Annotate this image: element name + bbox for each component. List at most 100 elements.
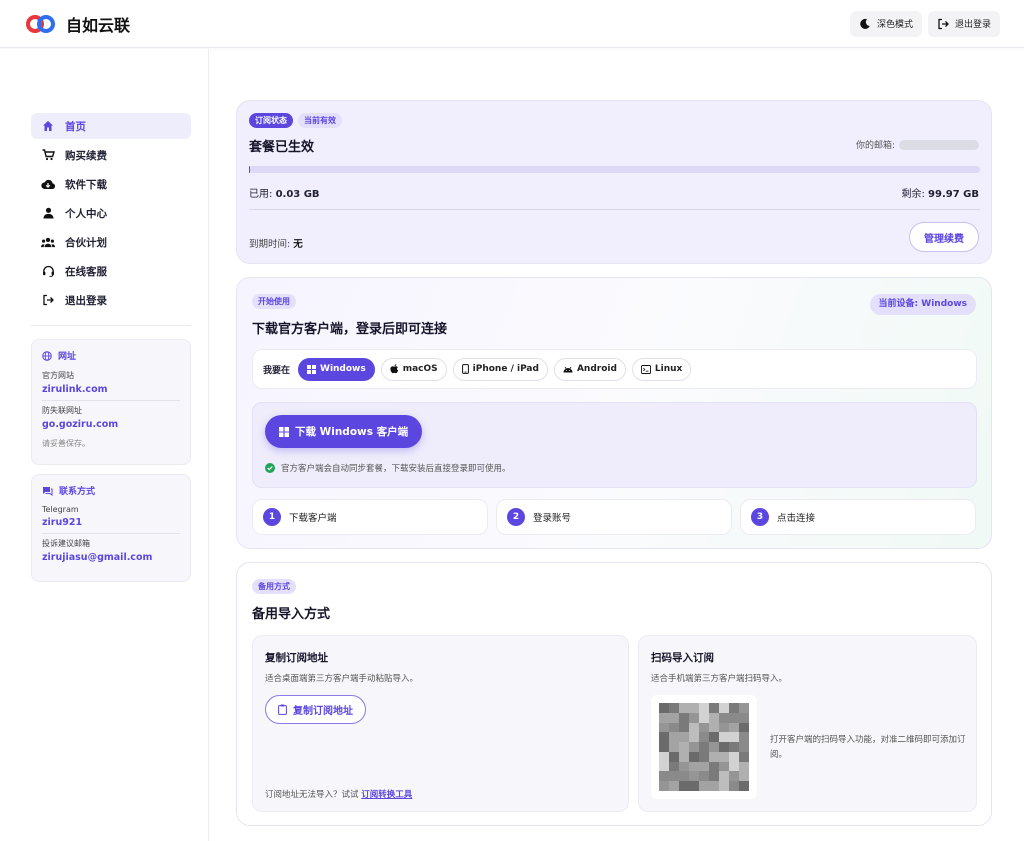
download-windows-button[interactable]: 下载 Windows 客户端 — [265, 415, 423, 448]
copy-card-title: 复制订阅地址 — [265, 652, 328, 664]
used-label: 已用: — [249, 189, 273, 200]
sidebar-item-label: 个人中心 — [65, 207, 107, 220]
subscription-divider — [249, 209, 980, 210]
email-field-label: 你的邮箱: — [855, 141, 895, 151]
status-badge: 订阅状态 — [249, 113, 293, 128]
contact-card-title: 联系方式 — [59, 487, 96, 497]
step-number: 3 — [751, 508, 769, 526]
logout-icon — [938, 18, 949, 29]
step-label: 登录账号 — [533, 513, 572, 524]
windows-icon — [307, 364, 317, 374]
scan-card-title: 扫码导入订阅 — [651, 652, 714, 664]
group-icon — [41, 237, 55, 248]
tab-android[interactable]: Android — [553, 357, 626, 381]
sidebar-item-label: 在线客服 — [65, 265, 107, 278]
valid-badge: 当前有效 — [298, 113, 342, 128]
tab-label: iPhone / iPad — [472, 364, 539, 374]
getting-started-title: 下载官方客户端，登录后即可连接 — [252, 322, 448, 337]
app-title: 自如云联 — [66, 15, 131, 35]
contact-card: 联系方式 Telegram ziru921 投诉建议邮箱 zirujiasu@g… — [31, 474, 191, 582]
terminal-icon — [640, 364, 651, 374]
remaining-value: 99.97 GB — [928, 189, 979, 200]
backup-title: 备用导入方式 — [252, 607, 331, 622]
tab-label: macOS — [402, 364, 438, 374]
step-label: 点击连接 — [777, 513, 816, 524]
sidebar-item-label: 合伙计划 — [65, 236, 107, 249]
sidebar-item-partner[interactable]: 合伙计划 — [31, 229, 191, 255]
platform-selector: 我要在 Windows macOS iPhone / iPad Android … — [252, 349, 977, 389]
logo-icon — [26, 14, 55, 33]
dark-mode-button[interactable]: 深色模式 — [849, 10, 922, 37]
sidebar-item-label: 退出登录 — [65, 294, 107, 307]
convert-tool-link[interactable]: 订阅转换工具 — [361, 790, 412, 800]
sidebar-item-download[interactable]: 软件下载 — [31, 171, 191, 197]
expiry-value: 无 — [293, 239, 303, 250]
sidebar-item-home[interactable]: 首页 — [31, 113, 191, 139]
tab-iphone-ipad[interactable]: iPhone / iPad — [452, 357, 548, 381]
backup-import-panel: 备用方式 备用导入方式 复制订阅地址 适合桌面端第三方客户端手动粘贴导入。 复制… — [236, 562, 992, 826]
manage-renewal-button[interactable]: 管理续费 — [909, 222, 979, 252]
copy-subscription-card: 复制订阅地址 适合桌面端第三方客户端手动粘贴导入。 复制订阅地址 订阅地址无法导… — [252, 635, 629, 812]
sidebar-item-profile[interactable]: 个人中心 — [31, 200, 191, 226]
sites-card-title: 网址 — [58, 352, 77, 362]
sidebar-nav: 首页 购买续费 软件下载 个人中心 合伙计划 在线客服 退出登录 — [31, 113, 191, 316]
sites-divider — [42, 400, 180, 401]
headset-icon — [41, 265, 55, 277]
subscription-panel: 订阅状态 当前有效 套餐已生效 你的邮箱: 已用: 0.03 GB 剩余: 99… — [236, 100, 992, 264]
sidebar: 首页 购买续费 软件下载 个人中心 合伙计划 在线客服 退出登录 网址 官方网站… — [0, 49, 209, 841]
sidebar-item-label: 购买续费 — [65, 149, 107, 162]
apple-icon — [390, 364, 398, 374]
official-site-label: 官方网站 — [42, 371, 74, 380]
backup-site-label: 防失联网址 — [42, 406, 82, 415]
scan-instruction: 打开客户端的扫码导入功能，对准二维码即可添加订阅。 — [770, 735, 966, 760]
email-link[interactable]: zirujiasu@gmail.com — [42, 552, 180, 563]
sidebar-divider — [31, 325, 191, 326]
tab-label: Linux — [654, 364, 683, 374]
copy-subscription-button[interactable]: 复制订阅地址 — [265, 695, 366, 724]
check-circle-icon — [265, 463, 275, 473]
backup-site-link[interactable]: go.goziru.com — [42, 419, 180, 430]
dark-mode-label: 深色模式 — [876, 20, 913, 30]
download-button-label: 下载 Windows 客户端 — [295, 426, 409, 438]
chat-icon — [43, 486, 53, 496]
download-section: 下载 Windows 客户端 官方客户端会自动同步套餐，下载安装后直接登录即可使… — [252, 402, 977, 488]
step-connect: 3 点击连接 — [740, 499, 976, 535]
windows-icon — [279, 426, 289, 437]
tab-macos[interactable]: macOS — [380, 357, 447, 381]
step-login: 2 登录账号 — [496, 499, 732, 535]
sidebar-item-logout[interactable]: 退出登录 — [31, 287, 191, 313]
telegram-link[interactable]: ziru921 — [42, 517, 180, 528]
tab-label: Android — [576, 364, 617, 374]
logout-button[interactable]: 退出登录 — [927, 10, 1000, 37]
step-download: 1 下载客户端 — [252, 499, 488, 535]
clipboard-icon — [278, 704, 287, 715]
scan-card-desc: 适合手机端第三方客户端扫码导入。 — [651, 674, 788, 684]
qr-code — [651, 695, 757, 799]
globe-icon — [42, 350, 52, 361]
phone-icon — [461, 364, 469, 374]
tab-label: Windows — [320, 364, 366, 374]
tab-linux[interactable]: Linux — [631, 357, 692, 381]
official-site-link[interactable]: zirulink.com — [42, 384, 180, 395]
sidebar-item-label: 首页 — [65, 120, 86, 133]
step-number: 1 — [263, 508, 281, 526]
sidebar-item-support[interactable]: 在线客服 — [31, 258, 191, 284]
remaining-label: 剩余: — [901, 189, 925, 200]
step-label: 下载客户端 — [289, 513, 337, 524]
sites-note: 请妥善保存。 — [42, 439, 90, 448]
email-label: 投诉建议邮箱 — [42, 539, 90, 548]
contact-divider — [42, 533, 180, 534]
copy-card-desc: 适合桌面端第三方客户端手动粘贴导入。 — [265, 674, 419, 684]
logo[interactable]: 自如云联 — [24, 12, 130, 36]
sidebar-item-purchase[interactable]: 购买续费 — [31, 142, 191, 168]
copy-button-label: 复制订阅地址 — [293, 706, 353, 717]
tab-windows[interactable]: Windows — [298, 357, 375, 381]
logout-label: 退出登录 — [954, 20, 991, 30]
subscription-title: 套餐已生效 — [249, 140, 315, 155]
sites-card: 网址 官方网站 zirulink.com 防失联网址 go.goziru.com… — [31, 339, 191, 465]
android-icon — [563, 366, 573, 372]
backup-badge: 备用方式 — [252, 579, 296, 594]
download-note: 官方客户端会自动同步套餐，下载安装后直接登录即可使用。 — [281, 464, 511, 474]
telegram-label: Telegram — [42, 505, 79, 514]
getting-started-badge: 开始使用 — [252, 294, 296, 309]
